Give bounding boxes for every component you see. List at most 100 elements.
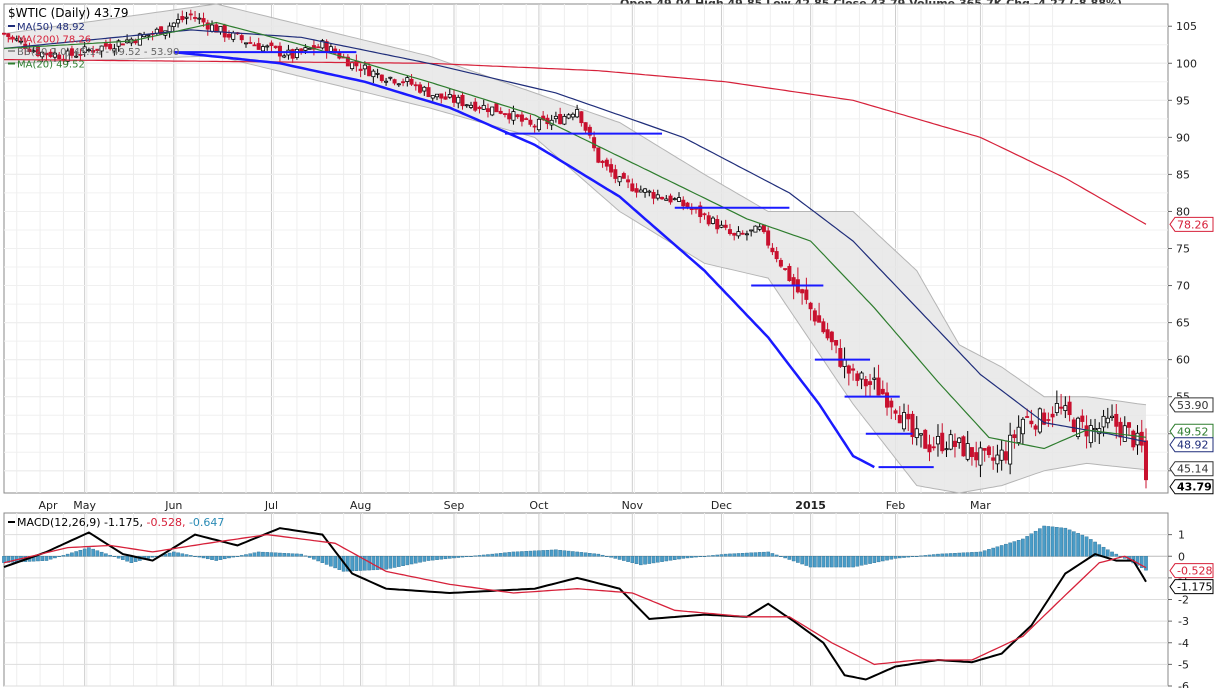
- candle-body: [897, 414, 902, 424]
- candle-body: [689, 208, 694, 211]
- candle-body: [834, 340, 839, 346]
- candle-body: [358, 68, 363, 71]
- macd-histogram-bar: [817, 556, 821, 568]
- candle-body: [991, 457, 996, 461]
- candle-body: [634, 188, 639, 193]
- candle-body: [256, 43, 261, 50]
- candle-body: [957, 437, 962, 443]
- macd-histogram-bar: [116, 556, 121, 559]
- macd-histogram-bar: [278, 552, 282, 557]
- candle-body: [511, 111, 516, 121]
- candle-body: [961, 436, 966, 457]
- macd-histogram-bar: [324, 556, 329, 565]
- candle-body: [655, 194, 660, 199]
- legend-label: MA(200) 78.26: [17, 35, 91, 46]
- candle-body: [927, 444, 932, 453]
- macd-histogram-bar: [452, 556, 456, 559]
- candle-body: [367, 65, 372, 77]
- macd-histogram-bar: [562, 550, 567, 557]
- macd-histogram-bar: [868, 556, 872, 564]
- candle-body: [1033, 425, 1038, 430]
- macd-histogram-bar: [520, 551, 524, 557]
- macd-histogram-bar: [876, 556, 881, 563]
- macd-histogram-bar: [464, 556, 469, 557]
- macd-histogram-bar: [940, 553, 945, 557]
- macd-histogram-bar: [252, 552, 257, 557]
- macd-histogram-bar: [770, 553, 775, 557]
- macd-histogram-bar: [193, 556, 197, 557]
- macd-histogram-bar: [583, 552, 588, 557]
- candle-body: [1080, 415, 1085, 422]
- candle-body: [592, 137, 597, 149]
- macd-histogram-bar: [579, 552, 584, 557]
- macd-histogram-bar: [1144, 556, 1148, 571]
- candle-body: [328, 46, 333, 52]
- value-label-text: 78.26: [1177, 218, 1209, 231]
- candle-body: [197, 17, 202, 20]
- candle-body: [1012, 434, 1017, 439]
- macd-histogram-bar: [295, 553, 299, 557]
- macd-histogram-bar: [286, 553, 291, 557]
- candle-body: [201, 18, 206, 23]
- candle-body: [761, 224, 766, 233]
- macd-histogram-bar: [91, 548, 95, 557]
- value-label-text: 45.14: [1177, 463, 1209, 476]
- macd-histogram-bar: [1046, 526, 1051, 557]
- candle-body: [800, 289, 805, 294]
- value-label: -0.528: [1169, 563, 1214, 579]
- value-label-text: 49.52: [1177, 425, 1209, 438]
- candle-body: [1067, 401, 1072, 416]
- candle-body: [706, 215, 711, 225]
- macd-histogram-bar: [44, 556, 49, 561]
- candle-body: [859, 372, 864, 380]
- macd-histogram-bar: [914, 556, 919, 557]
- macd-histogram-bar: [146, 556, 151, 559]
- macd-histogram-bar: [655, 556, 660, 563]
- candle-body: [783, 268, 788, 270]
- candle-body: [935, 435, 940, 445]
- macd-histogram-bar: [672, 556, 677, 560]
- macd-histogram-bar: [511, 551, 516, 557]
- macd-histogram-bar: [791, 556, 796, 562]
- candle-body: [1020, 418, 1025, 435]
- price-tick-label: 60: [1176, 354, 1190, 367]
- macd-histogram-bar: [354, 556, 359, 571]
- macd-histogram-bar: [749, 552, 753, 557]
- macd-histogram-bar: [961, 552, 966, 557]
- candle-body: [375, 72, 380, 75]
- macd-histogram-bar: [2, 556, 6, 563]
- candle-body: [736, 231, 741, 237]
- macd-histogram-bar: [957, 552, 962, 557]
- macd-histogram-bar: [753, 552, 758, 557]
- macd-histogram-bar: [104, 553, 108, 557]
- candle-body: [269, 42, 274, 46]
- macd-histogram-bar: [804, 556, 809, 566]
- candle-body: [460, 94, 465, 107]
- macd-histogram-bar: [987, 549, 991, 557]
- month-label: May: [73, 499, 96, 512]
- candle-body: [812, 310, 817, 322]
- macd-histogram-bar: [1059, 527, 1063, 557]
- candle-body: [855, 373, 860, 381]
- macd-histogram-bar: [596, 553, 601, 557]
- candle-body: [524, 118, 529, 121]
- macd-histogram-bar: [473, 555, 478, 557]
- macd-histogram-bar: [108, 554, 112, 557]
- candle-body: [889, 400, 894, 408]
- candle-body: [405, 77, 410, 82]
- candle-body: [252, 44, 257, 47]
- candle-body: [260, 46, 265, 52]
- macd-histogram-bar: [384, 556, 388, 570]
- candle-body: [817, 315, 822, 323]
- macd-histogram-bar: [571, 551, 575, 557]
- value-label-text: 53.90: [1177, 399, 1209, 412]
- macd-histogram-bar: [910, 556, 915, 557]
- macd-histogram-bar: [265, 552, 270, 557]
- macd-histogram-bar: [838, 556, 843, 568]
- candle-body: [617, 176, 622, 183]
- macd-histogram-bar: [677, 556, 681, 560]
- macd-histogram-bar: [651, 556, 656, 564]
- candle-body: [681, 199, 686, 207]
- candle-body: [821, 321, 826, 333]
- macd-histogram-bar: [889, 556, 894, 560]
